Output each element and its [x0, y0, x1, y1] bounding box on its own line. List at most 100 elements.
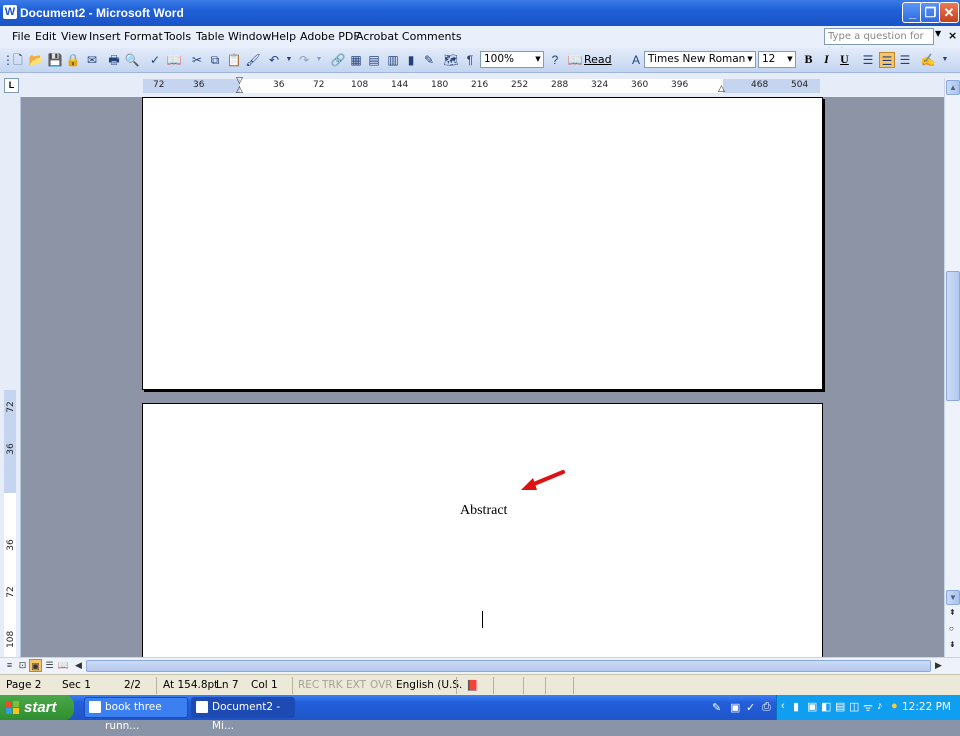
font-select[interactable]: Times New Roman ▼ — [644, 51, 756, 68]
normal-view-icon[interactable]: ≡ — [3, 659, 16, 672]
hyperlink-icon[interactable]: 🔗 — [330, 52, 346, 68]
undo-icon[interactable]: ↶ — [266, 52, 282, 68]
tray-icon[interactable]: ◫ — [849, 700, 859, 713]
permission-icon[interactable]: 🔒 — [65, 52, 81, 68]
read-button[interactable]: Read — [584, 53, 612, 66]
font-dropdown-icon[interactable]: ▼ — [745, 52, 755, 67]
status-language[interactable]: English (U.S. — [396, 679, 462, 691]
tables-borders-icon[interactable]: ▦ — [348, 52, 364, 68]
open-icon[interactable]: 📂 — [28, 52, 44, 68]
font-size-select[interactable]: 12 ▼ — [758, 51, 796, 68]
tray-icon[interactable]: ▮ — [793, 700, 799, 713]
new-document-icon[interactable]: 🗋 — [10, 52, 26, 68]
horizontal-scroll-thumb[interactable] — [86, 660, 931, 672]
vertical-ruler[interactable]: 72 36 36 72 108 — [0, 97, 21, 657]
menu-acrobat-comments[interactable]: Acrobat Comments — [356, 30, 462, 43]
word-app-icon[interactable]: W — [3, 5, 17, 19]
copy-icon[interactable]: ⧉ — [207, 52, 223, 68]
quick-launch-icon[interactable]: ▣ — [730, 701, 740, 714]
menu-view[interactable]: View — [61, 30, 87, 43]
tab-selector-icon[interactable]: L — [4, 78, 19, 93]
menu-file[interactable]: File — [12, 30, 30, 43]
help-search-input[interactable]: Type a question for help — [824, 28, 934, 58]
close-button[interactable]: ✕ — [939, 2, 959, 23]
volume-icon[interactable]: ♪ — [877, 700, 883, 712]
undo-dropdown-icon[interactable]: ▼ — [281, 52, 297, 68]
scroll-up-button[interactable]: ▲ — [946, 80, 960, 95]
next-page-icon[interactable]: ⇟ — [949, 640, 956, 649]
horizontal-ruler[interactable]: 72 36 36 72 108 144 180 216 252 288 324 … — [143, 76, 820, 95]
taskbar-button-document2[interactable]: Document2 - Mi... — [191, 697, 295, 732]
menu-tools[interactable]: Tools — [164, 30, 191, 43]
status-ovr[interactable]: OVR — [370, 679, 393, 691]
help-icon[interactable]: ? — [547, 52, 563, 68]
highlight-dropdown-icon[interactable]: ▼ — [937, 52, 953, 68]
quick-launch-icon[interactable]: ✓ — [746, 701, 755, 714]
insert-table-icon[interactable]: ▤ — [366, 52, 382, 68]
status-rec[interactable]: REC — [298, 679, 319, 691]
align-center-icon[interactable]: ☰ — [879, 52, 895, 68]
page-2[interactable]: Abstract — [142, 403, 823, 657]
spelling-status-icon[interactable]: 📕 — [466, 679, 479, 692]
clock[interactable]: 12:22 PM — [902, 701, 951, 713]
tray-icon[interactable]: ◧ — [821, 700, 831, 713]
quick-launch-icon[interactable]: ⎙ — [762, 701, 771, 714]
menu-help[interactable]: Help — [271, 30, 296, 43]
tray-icon[interactable]: ▣ — [807, 700, 817, 713]
zoom-select[interactable]: 100% ▼ — [480, 51, 544, 68]
redo-icon[interactable]: ↷ — [296, 52, 312, 68]
research-icon[interactable]: 📖 — [166, 52, 182, 68]
read-icon[interactable]: 📖 — [567, 52, 583, 68]
tray-icon[interactable]: ▤ — [835, 700, 845, 713]
align-left-icon[interactable]: ☰ — [860, 52, 876, 68]
save-icon[interactable]: 💾 — [47, 52, 63, 68]
quick-launch-icon[interactable]: ✎ — [712, 701, 721, 714]
document-area[interactable]: Abstract — [21, 97, 944, 657]
cut-icon[interactable]: ✂ — [189, 52, 205, 68]
email-icon[interactable]: ✉ — [84, 52, 100, 68]
columns-icon[interactable]: ▮ — [403, 52, 419, 68]
start-button[interactable]: start — [0, 695, 74, 720]
reading-layout-view-icon[interactable]: 📖 — [57, 659, 70, 672]
wireless-icon[interactable]: ᯤ — [863, 700, 873, 715]
menu-insert[interactable]: Insert — [89, 30, 121, 43]
scroll-left-button[interactable]: ◀ — [72, 659, 85, 672]
page-1[interactable] — [142, 97, 823, 390]
close-document-icon[interactable]: × — [948, 29, 957, 42]
menu-adobe-pdf[interactable]: Adobe PDF — [300, 30, 360, 43]
menu-table[interactable]: Table — [196, 30, 224, 43]
taskbar-button-book[interactable]: book three runn... — [84, 697, 188, 732]
web-layout-view-icon[interactable]: ⊡ — [16, 659, 29, 672]
paste-icon[interactable]: 📋 — [226, 52, 242, 68]
print-preview-icon[interactable]: 🔍 — [124, 52, 140, 68]
vertical-scrollbar[interactable]: ▲ ▼ ⇞ ○ ⇟ — [944, 78, 960, 657]
restore-button[interactable]: ❐ — [920, 2, 941, 23]
select-browse-object-icon[interactable]: ○ — [949, 624, 954, 633]
help-dropdown-icon[interactable]: ▼ — [935, 29, 941, 38]
abstract-heading[interactable]: Abstract — [460, 503, 507, 519]
status-ext[interactable]: EXT — [346, 679, 366, 691]
print-icon[interactable]: 🖶 — [106, 52, 122, 68]
styles-icon[interactable]: A — [628, 52, 644, 68]
previous-page-icon[interactable]: ⇞ — [949, 608, 956, 617]
left-indent-marker[interactable]: △ — [236, 85, 243, 95]
status-trk[interactable]: TRK — [322, 679, 343, 691]
right-indent-marker[interactable]: △ — [718, 84, 725, 94]
outline-view-icon[interactable]: ☰ — [43, 659, 56, 672]
document-map-icon[interactable]: 🗺 — [443, 52, 459, 68]
format-painter-icon[interactable]: 🖌 — [245, 52, 261, 68]
tray-expand-icon[interactable]: ‹ — [781, 700, 785, 712]
font-size-dropdown-icon[interactable]: ▼ — [785, 52, 795, 67]
scroll-down-button[interactable]: ▼ — [946, 590, 960, 605]
redo-dropdown-icon[interactable]: ▼ — [311, 52, 327, 68]
show-hide-icon[interactable]: ¶ — [462, 52, 478, 68]
align-right-icon[interactable]: ☰ — [897, 52, 913, 68]
spelling-icon[interactable]: ✓ — [147, 52, 163, 68]
menu-edit[interactable]: Edit — [35, 30, 56, 43]
scroll-right-button[interactable]: ▶ — [932, 659, 945, 672]
italic-button[interactable]: I — [818, 51, 835, 68]
bold-button[interactable]: B — [800, 51, 817, 68]
zoom-dropdown-icon[interactable]: ▼ — [533, 52, 543, 67]
highlight-icon[interactable]: ✍ — [920, 52, 936, 68]
underline-button[interactable]: U — [836, 51, 853, 68]
